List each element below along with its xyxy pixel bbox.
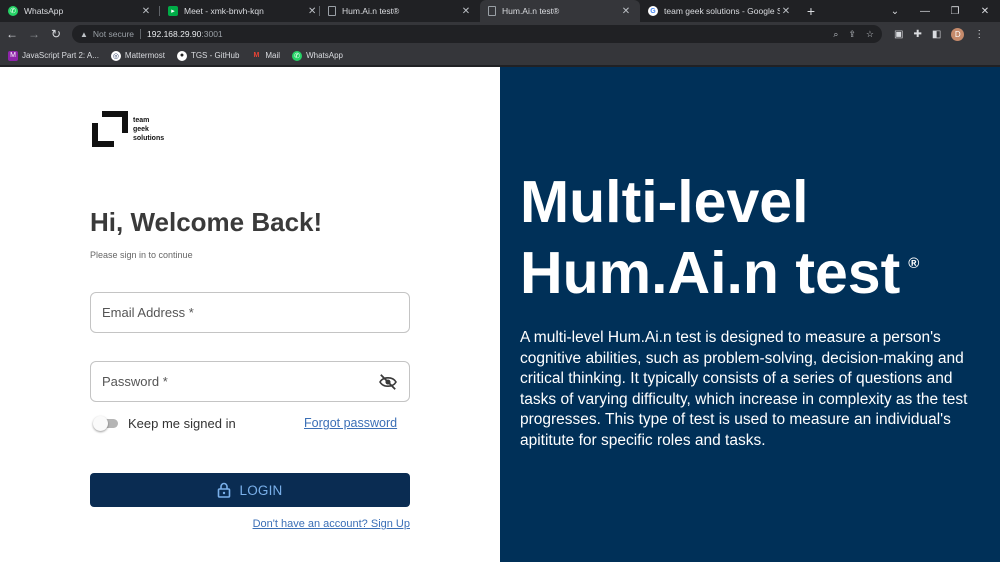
avatar[interactable]: D (951, 27, 965, 41)
email-field[interactable]: Email Address * (90, 292, 410, 333)
star-icon[interactable]: ☆ (866, 29, 874, 40)
chevron-down-icon[interactable]: ⌄ (880, 6, 910, 17)
page-title: Hi, Welcome Back! (90, 207, 323, 237)
mattermost-icon: ◎ (110, 50, 121, 61)
url-port: :3001 (201, 29, 223, 39)
keep-signed-in-toggle[interactable] (93, 416, 118, 431)
share-icon[interactable]: ⇪ (848, 29, 856, 40)
company-logo: team geek solutions (91, 110, 164, 148)
tab-humain-2[interactable]: Hum.Ai.n test® ✕ (480, 0, 640, 22)
bookmark-label: JavaScript Part 2: A... (22, 51, 99, 60)
whatsapp-icon: ✆ (292, 50, 303, 61)
close-icon[interactable]: ✕ (300, 6, 316, 17)
window-controls: ⌄ — ❐ ✕ (880, 0, 1000, 22)
minimize-button[interactable]: — (910, 6, 940, 17)
bookmark-mail[interactable]: M Mail (251, 51, 280, 61)
tab-title: Meet - xmk-bnvh-kqn (184, 6, 264, 16)
bookmarks-bar: M JavaScript Part 2: A... ◎ Mattermost ●… (0, 46, 1000, 66)
maximize-button[interactable]: ❐ (940, 6, 970, 17)
sidepanel-icon[interactable]: ◧ (932, 29, 941, 40)
browser-tab-strip: ✆ WhatsApp ✕ ▸ Meet - xmk-bnvh-kqn ✕ Hum… (0, 0, 1000, 22)
page-subtitle: Please sign in to continue (90, 250, 193, 260)
github-icon: ● (176, 50, 187, 61)
bookmark-label: TGS - GitHub (190, 51, 240, 60)
forward-button[interactable]: → (24, 27, 44, 41)
close-icon[interactable]: ✕ (620, 6, 632, 17)
login-button-label: LOGIN (239, 482, 283, 498)
password-field[interactable]: Password * (90, 361, 410, 402)
password-label: Password * (102, 374, 168, 389)
bookmark-whatsapp[interactable]: ✆ WhatsApp (292, 50, 343, 61)
hero-description: A multi-level Hum.Ai.n test is designed … (520, 329, 968, 449)
hero-title: Multi-level Hum.Ai.n test ® (520, 167, 919, 309)
tab-title: Hum.Ai.n test® (342, 6, 400, 16)
hero-line-1: Multi-level (520, 169, 809, 235)
url-text: 192.168.29.90:3001 (147, 29, 223, 39)
registered-mark: ® (908, 255, 920, 272)
close-icon[interactable]: ✕ (780, 6, 792, 17)
bookmark-label: Mattermost (124, 51, 165, 60)
not-secure-label: Not secure (92, 29, 135, 39)
hero-panel: Multi-level Hum.Ai.n test ® A multi-level… (500, 67, 1000, 562)
lock-icon (218, 482, 231, 498)
gmail-icon: M (253, 52, 260, 59)
login-button[interactable]: LOGIN (90, 473, 410, 507)
tab-humain-1[interactable]: Hum.Ai.n test® ✕ (320, 0, 480, 22)
tab-title: team geek solutions - Google Se (664, 6, 780, 16)
bookmark-github[interactable]: ● TGS - GitHub (176, 50, 240, 61)
keep-signed-in-label: Keep me signed in (128, 416, 236, 431)
tab-whatsapp[interactable]: ✆ WhatsApp ✕ (0, 0, 160, 22)
visibility-off-icon[interactable] (378, 373, 398, 390)
page-icon (488, 6, 496, 16)
warning-icon[interactable]: ▲ (80, 30, 88, 39)
forgot-password-link[interactable]: Forgot password (304, 416, 397, 430)
extension-icon[interactable]: ▣ (894, 29, 903, 40)
bookmark-mattermost[interactable]: ◎ Mattermost (110, 50, 165, 61)
logo-text: team geek solutions (133, 116, 165, 142)
browser-toolbar: ← → ↻ ▲ Not secure 192.168.29.90:3001 ⌕ … (0, 22, 1000, 46)
page-icon (328, 6, 336, 16)
google-icon: G (648, 6, 658, 16)
page-content: team geek solutions Hi, Welcome Back! Pl… (0, 67, 1000, 562)
tab-meet[interactable]: ▸ Meet - xmk-bnvh-kqn ✕ (160, 0, 320, 22)
signup-link[interactable]: Don't have an account? Sign Up (253, 518, 410, 530)
tab-google[interactable]: G team geek solutions - Google Se ✕ (640, 0, 800, 22)
hero-line-2: Hum.Ai.n test ® (520, 240, 920, 306)
whatsapp-icon: ✆ (8, 6, 18, 16)
address-bar[interactable]: ▲ Not secure 192.168.29.90:3001 ⌕ ⇪ ☆ (72, 25, 882, 43)
menu-icon[interactable]: ⋮ (974, 29, 984, 40)
meet-icon: ▸ (168, 6, 178, 16)
tab-title: WhatsApp (24, 6, 64, 16)
bookmark-icon: M (8, 50, 18, 61)
bookmark-label: WhatsApp (306, 51, 343, 60)
reload-button[interactable]: ↻ (46, 27, 66, 41)
email-label: Email Address * (102, 305, 194, 320)
logo-icon (92, 111, 128, 147)
bookmark-javascript[interactable]: M JavaScript Part 2: A... (8, 50, 99, 61)
close-icon[interactable]: ✕ (140, 6, 152, 17)
back-button[interactable]: ← (2, 27, 22, 41)
bookmark-label: Mail (265, 51, 281, 60)
tab-title: Hum.Ai.n test® (502, 6, 560, 16)
url-host: 192.168.29.90 (147, 29, 202, 39)
close-window-button[interactable]: ✕ (970, 6, 1000, 17)
login-panel: team geek solutions Hi, Welcome Back! Pl… (0, 67, 500, 562)
new-tab-button[interactable]: + (800, 0, 822, 22)
close-icon[interactable]: ✕ (460, 6, 472, 17)
puzzle-icon[interactable]: ✚ (913, 29, 921, 40)
zoom-icon[interactable]: ⌕ (833, 29, 838, 40)
